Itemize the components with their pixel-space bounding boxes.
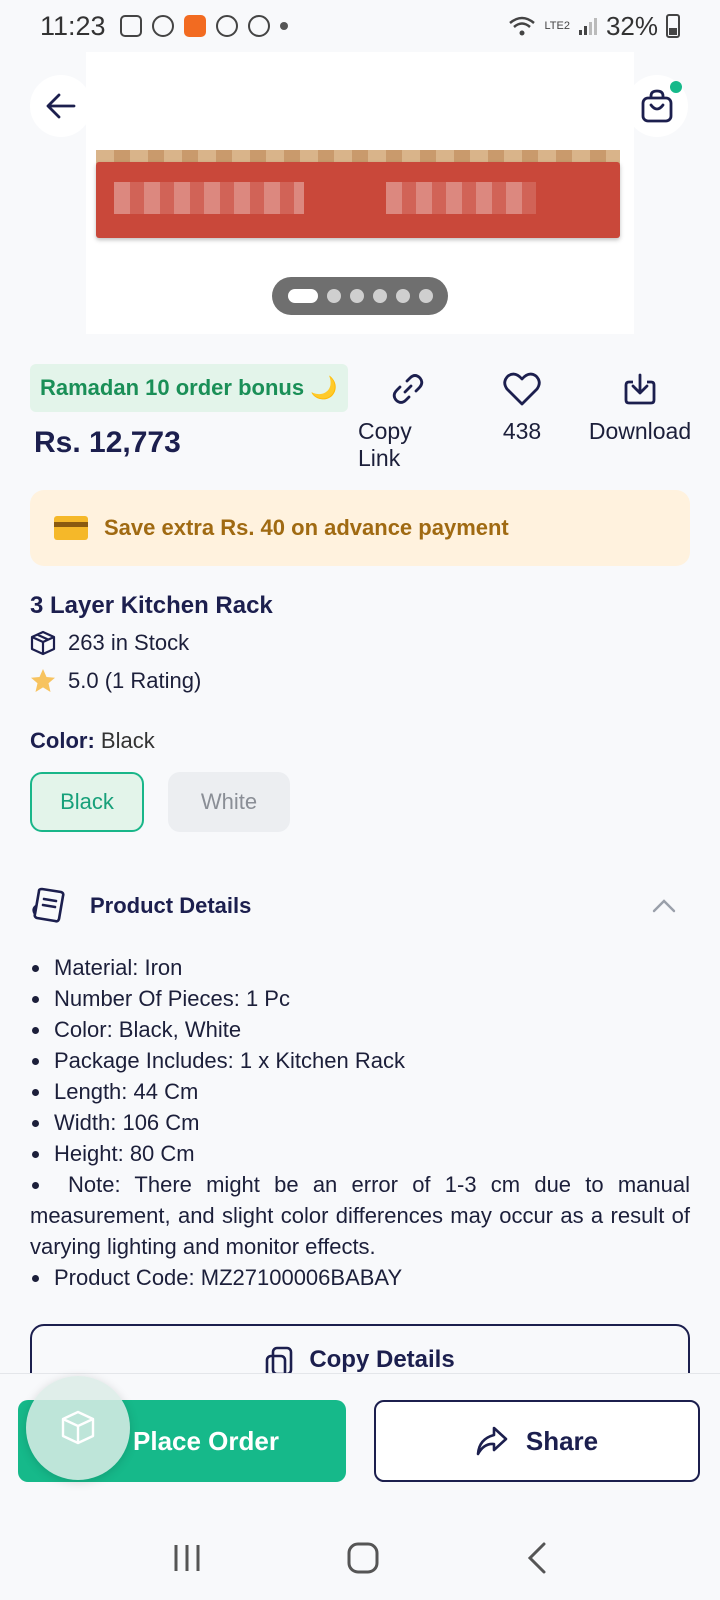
detail-item: Package Includes: 1 x Kitchen Rack xyxy=(30,1045,690,1076)
pager-dot xyxy=(419,289,433,303)
color-option-white[interactable]: White xyxy=(168,772,290,832)
share-button[interactable]: Share xyxy=(374,1400,700,1482)
notification-icons xyxy=(119,15,288,37)
rating-info: 5.0 (1 Rating) xyxy=(30,668,201,694)
product-price: Rs. 12,773 xyxy=(34,426,181,459)
wifi-icon xyxy=(509,16,536,36)
download-icon xyxy=(624,373,656,405)
favorite-button[interactable]: 438 xyxy=(482,372,562,445)
heart-icon xyxy=(503,372,541,406)
detail-item: Height: 80 Cm xyxy=(30,1138,690,1169)
download-label: Download xyxy=(588,418,692,444)
product-image-carousel[interactable] xyxy=(86,52,634,334)
status-right: LTE2 32% xyxy=(508,11,680,42)
place-order-label: Place Order xyxy=(133,1425,279,1456)
floating-bubble-button[interactable] xyxy=(26,1376,130,1480)
detail-item: Material: Iron xyxy=(30,952,690,983)
status-bar: 11:23 LTE2 32% xyxy=(0,0,720,52)
pager-dot xyxy=(327,289,341,303)
color-label: Color: Black xyxy=(30,728,155,754)
signal-icon xyxy=(578,18,597,35)
detail-item-note: Note: There might be an error of 1-3 cm … xyxy=(30,1169,690,1262)
battery-icon xyxy=(666,14,680,38)
sync-icon xyxy=(215,15,238,37)
stock-text: 263 in Stock xyxy=(68,630,190,655)
recent-apps-icon[interactable] xyxy=(172,1543,202,1573)
product-details-list: Material: Iron Number Of Pieces: 1 Pc Co… xyxy=(30,952,690,1293)
color-selected-value: Black xyxy=(100,728,155,753)
battery-percent: 32% xyxy=(605,10,658,41)
product-details-title: Product Details xyxy=(90,893,252,918)
instagram-icon xyxy=(119,15,142,37)
product-image-shelf xyxy=(96,162,620,238)
shopping-bag-icon xyxy=(641,89,673,123)
network-type: LTE2 xyxy=(544,19,570,32)
share-icon xyxy=(476,1426,508,1456)
stock-info: 263 in Stock xyxy=(30,630,189,656)
share-label: Share xyxy=(525,1425,599,1456)
color-label-key: Color: xyxy=(30,728,95,753)
color-option-black[interactable]: Black xyxy=(30,772,144,832)
promo-badge: Ramadan 10 order bonus 🌙 xyxy=(30,364,348,412)
alarm-icon xyxy=(247,15,270,37)
favorite-count: 438 xyxy=(502,418,542,444)
pager-dot xyxy=(373,289,387,303)
back-nav-icon[interactable] xyxy=(524,1541,548,1575)
app-notification-icon xyxy=(183,15,206,37)
arrow-left-icon xyxy=(46,93,76,119)
box-icon xyxy=(30,630,56,656)
chevron-up-icon xyxy=(652,899,676,913)
more-notifications-icon xyxy=(279,22,288,30)
product-details-header[interactable]: Product Details xyxy=(30,884,690,928)
cart-badge-dot xyxy=(670,81,682,93)
image-pager xyxy=(272,277,448,315)
download-button[interactable]: Download xyxy=(582,372,698,445)
advance-payment-banner: Save extra Rs. 40 on advance payment xyxy=(30,490,690,566)
back-button[interactable] xyxy=(30,75,92,137)
copy-link-label: Copy Link xyxy=(358,418,412,471)
pager-dot xyxy=(396,289,410,303)
detail-item: Width: 106 Cm xyxy=(30,1107,690,1138)
pager-dot xyxy=(350,289,364,303)
product-title: 3 Layer Kitchen Rack xyxy=(30,592,273,619)
detail-item: Length: 44 Cm xyxy=(30,1076,690,1107)
cart-button[interactable] xyxy=(626,75,688,137)
rating-text: 5.0 (1 Rating) xyxy=(68,668,202,693)
document-icon xyxy=(32,887,65,923)
pager-dot xyxy=(288,289,318,303)
detail-item: Product Code: MZ27100006BABAY xyxy=(30,1262,690,1293)
fan-icon xyxy=(151,15,174,37)
link-icon xyxy=(392,374,424,404)
detail-item: Color: Black, White xyxy=(30,1014,690,1045)
advance-payment-text: Save extra Rs. 40 on advance payment xyxy=(104,515,509,540)
system-nav-bar xyxy=(0,1516,720,1600)
copy-link-button[interactable]: Copy Link xyxy=(358,372,458,472)
star-icon xyxy=(31,669,55,692)
home-icon[interactable] xyxy=(346,1541,380,1575)
cube-icon xyxy=(61,1410,95,1445)
credit-card-icon xyxy=(54,516,88,540)
detail-item: Number Of Pieces: 1 Pc xyxy=(30,983,690,1014)
status-time: 11:23 xyxy=(40,10,106,41)
